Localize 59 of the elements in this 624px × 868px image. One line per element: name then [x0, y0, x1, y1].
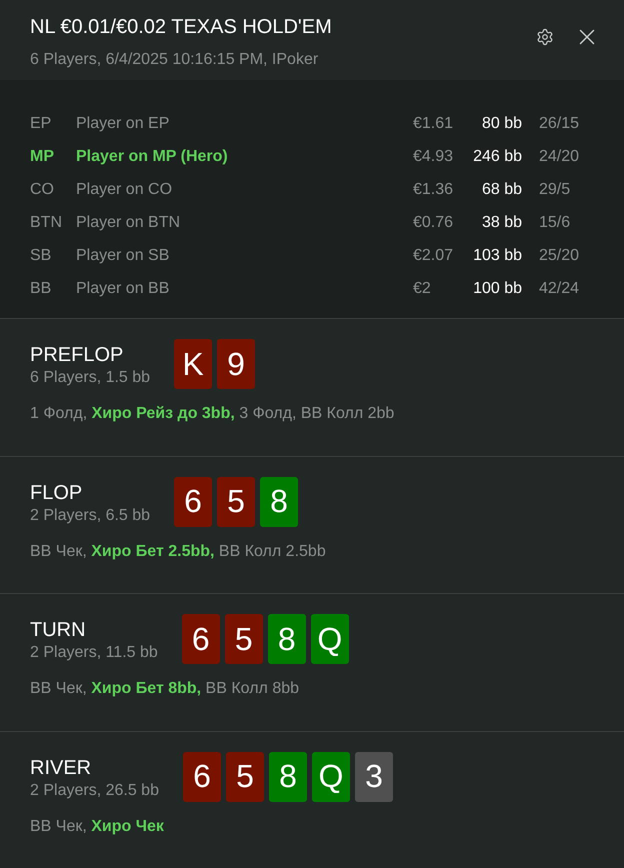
playing-card: 5 [224, 614, 263, 664]
playing-card: 5 [217, 476, 256, 526]
street-actions: BB Чек, Хиро Бет 8bb, BB Колл 8bb [30, 679, 300, 699]
street-name: FLOP [30, 480, 84, 506]
settings-icon [536, 28, 554, 46]
playing-card: 6 [174, 476, 212, 526]
player-position: MP [30, 146, 54, 166]
player-name: Player on EP [76, 114, 170, 134]
hand-subtitle: 6 Players, 6/4/2025 10:16:15 PM, IPoker [30, 50, 320, 70]
player-stack-bb: 103 bb [473, 246, 522, 266]
player-name: Player on BTN [76, 212, 180, 232]
player-position: EP [30, 114, 52, 134]
street-info: 2 Players, 6.5 bb [30, 506, 150, 526]
playing-card: 3 [354, 752, 393, 802]
player-stats: 26/15 [538, 114, 580, 134]
player-position: SB [30, 246, 52, 266]
player-position: CO [30, 180, 54, 200]
street-info: 2 Players, 26.5 bb [30, 780, 159, 800]
street-actions: BB Чек, Хиро Бет 2.5bb, BB Колл 2.5bb [30, 542, 327, 562]
playing-card: 9 [217, 339, 256, 389]
player-position: BB [30, 278, 52, 298]
player-stats: 42/24 [538, 278, 580, 298]
player-stack-bb: 38 bb [482, 212, 522, 232]
player-stack-bb: 80 bb [482, 114, 522, 134]
street-info: 6 Players, 1.5 bb [30, 368, 150, 388]
playing-card: 8 [268, 614, 306, 664]
player-stats: 25/20 [538, 246, 580, 266]
street-name: TURN [30, 618, 87, 643]
player-stack: €2.07 [413, 246, 454, 266]
hand-title: NL €0.01/€0.02 TEXAS HOLD'EM [30, 15, 332, 40]
playing-card: 8 [260, 476, 298, 526]
player-stats: 24/20 [538, 146, 580, 166]
street-actions: 1 Фолд, Хиро Рейз до 3bb, 3 Фолд, BB Колл 2bb [30, 404, 396, 424]
player-name: Player on BB [76, 278, 170, 298]
player-stack-bb: 68 bb [482, 180, 522, 200]
player-stack: €1.36 [413, 180, 454, 200]
player-name: Player on SB [76, 246, 170, 266]
playing-card: Q [312, 752, 350, 802]
player-stack: €4.93 [413, 146, 454, 166]
player-stack-bb: 100 bb [473, 278, 522, 298]
player-stack-bb: 246 bb [473, 146, 522, 166]
player-stack: €1.61 [413, 114, 454, 134]
playing-card: K [174, 339, 212, 389]
player-stats: 15/6 [538, 212, 570, 232]
player-name: Player on MP (Hero) [76, 146, 228, 166]
playing-card: 6 [182, 752, 221, 802]
player-stack: €0.76 [413, 212, 454, 232]
playing-card: 5 [226, 752, 264, 802]
street-actions: BB Чек, Хиро Чек [30, 816, 165, 836]
player-position: BTN [30, 212, 62, 232]
street-name: PREFLOP [30, 343, 124, 368]
playing-card: Q [310, 614, 349, 664]
player-stats: 29/5 [538, 180, 570, 200]
player-stack: €2 [413, 278, 431, 298]
playing-card: 8 [268, 752, 307, 802]
playing-card: 6 [182, 614, 220, 664]
street-info: 2 Players, 11.5 bb [30, 643, 158, 663]
street-name: RIVER [30, 756, 92, 780]
player-name: Player on CO [76, 180, 172, 200]
